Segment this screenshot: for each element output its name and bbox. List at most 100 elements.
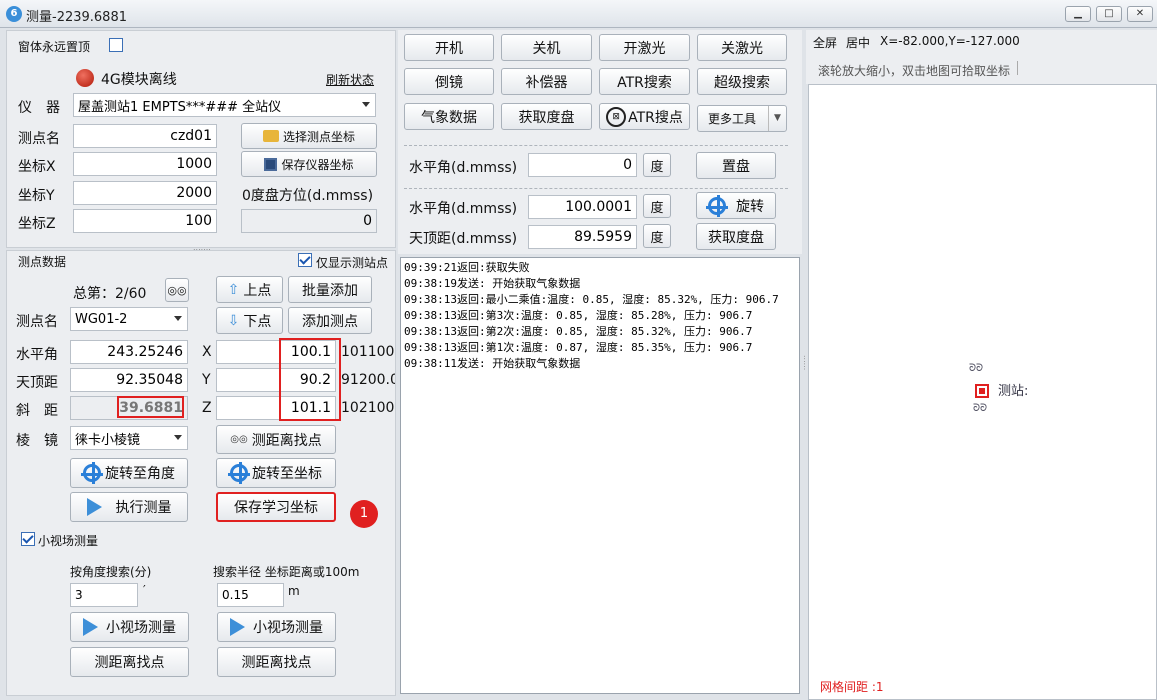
small-view-measure-button-2[interactable]: 小视场测量 [217,612,336,642]
module-status-text: 4G模块离线 [101,72,177,88]
more-tools-button[interactable]: 更多工具 ▼ [697,105,787,132]
log-line: 09:39:21返回:获取失败 [404,261,530,274]
prism-select[interactable]: 徕卡小棱镜 [70,426,188,450]
arrow-up-icon: ⇧ [227,281,240,298]
flip-face-label: 倒镜 [435,74,463,91]
zenith-label: 天顶距 [16,375,58,391]
execute-measure-button[interactable]: 执行测量 [70,492,188,522]
deg-button-1[interactable]: 度 [643,153,671,177]
rotate-button[interactable]: 旋转 [696,192,776,219]
laser-on-label: 开激光 [623,40,666,57]
refresh-status-link[interactable]: 刷新状态 [326,71,374,88]
save-learn-coord-button[interactable]: 保存学习坐标 [216,492,336,522]
rotate-hz-input[interactable]: 100.0001 [528,195,637,219]
more-tools-label: 更多工具 [708,112,757,126]
coord-x-input[interactable]: 1000 [73,152,217,176]
rotate-to-angle-button[interactable]: 旋转至角度 [70,458,188,488]
next-point-button[interactable]: ⇩ 下点 [216,307,283,334]
coord-z-value: 100 [185,213,212,229]
binoculars-icon: ◎◎ [230,434,248,445]
coord-z-input[interactable]: 100 [73,209,217,233]
divider [404,188,788,189]
set-hz-value: 0 [623,157,632,173]
find-by-distance-button[interactable]: ◎◎ 测距离找点 [216,425,336,454]
step-badge: 1 [350,500,378,528]
deg-button-3[interactable]: 度 [643,224,671,248]
batch-add-button[interactable]: 批量添加 [288,276,372,303]
station-name-label: 测点名 [18,131,60,147]
set-hz-input[interactable]: 0 [528,153,637,177]
close-icon[interactable]: ✕ [1127,6,1153,22]
prev-point-button[interactable]: ⇧ 上点 [216,276,283,303]
deg-label-2: 度 [650,200,664,216]
batch-add-label: 批量添加 [302,282,358,299]
coord-y-input[interactable]: 2000 [73,181,217,205]
set-hz-label: 水平角(d.mmss) [409,160,518,176]
point-name-select[interactable]: WG01-2 [70,307,188,331]
rotate-hz-value: 100.0001 [565,199,632,215]
fullscreen-button[interactable]: 全屏 [813,34,837,51]
maximize-icon[interactable]: □ [1096,6,1122,22]
select-station-button[interactable]: 选择测点坐标 [241,123,377,149]
folder-icon [262,130,279,142]
execute-measure-label: 执行测量 [115,500,172,516]
zenith-input[interactable]: 92.35048 [70,368,188,392]
splitter-handle[interactable]: ....... [193,243,211,252]
small-view-measure-label-1: 小视场测量 [106,620,176,636]
xyz-highlight-box [279,338,341,421]
hz-angle-input[interactable]: 243.25246 [70,340,188,364]
find-distance-label-1: 测距离找点 [94,655,165,671]
rotate-zenith-input[interactable]: 89.5959 [528,225,637,249]
always-on-top-checkbox[interactable] [109,38,123,52]
minimize-icon[interactable]: ▁ [1065,6,1091,22]
atr-point-button[interactable]: ⊠ ATR搜点 [599,103,690,130]
prism-label: 棱 镜 [16,433,58,449]
set-disk-button[interactable]: 置盘 [696,152,776,179]
find-distance-button-1[interactable]: 测距离找点 [70,647,189,677]
power-on-button[interactable]: 开机 [404,34,494,61]
only-station-checkbox[interactable] [298,253,312,267]
save-icon [264,157,278,171]
log-line: 09:38:19发送: 开始获取气象数据 [404,277,581,290]
super-search-button[interactable]: 超级搜索 [697,68,787,95]
small-view-measure-button-1[interactable]: 小视场测量 [70,612,189,642]
power-off-button[interactable]: 关机 [501,34,592,61]
log-line: 09:38:13返回:第2次:温度: 0.85, 湿度: 85.32%, 压力:… [404,325,753,338]
select-station-label: 选择测点坐标 [282,129,355,144]
find-distance-label-2: 测距离找点 [241,655,312,671]
rotate-to-coord-button[interactable]: 旋转至坐标 [216,458,336,488]
flip-face-button[interactable]: 倒镜 [404,68,494,95]
instrument-select-value: 屋盖测站1 EMPTS***### 全站仪 [78,99,282,115]
compensator-button[interactable]: 补偿器 [501,68,592,95]
find-distance-button-2[interactable]: 测距离找点 [217,647,336,677]
binoculars-button[interactable]: ◎◎ [165,278,189,302]
instrument-label: 仪 器 [18,100,60,116]
get-disk-button[interactable]: 获取度盘 [696,223,776,250]
station-name-value: czd01 [170,128,212,144]
atr-search-label: ATR搜索 [617,74,672,91]
laser-on-button[interactable]: 开激光 [599,34,690,61]
atr-search-button[interactable]: ATR搜索 [599,68,690,95]
small-view-checkbox[interactable] [21,532,35,546]
log-panel[interactable]: 09:39:21返回:获取失败 09:38:19发送: 开始获取气象数据 09:… [400,257,800,694]
small-view-measure-label-2: 小视场测量 [253,620,323,636]
hz-angle-value: 243.25246 [107,344,183,360]
rotate-to-coord-label: 旋转至坐标 [252,466,322,482]
search-radius-input[interactable]: 0.15 [217,583,284,607]
station-name-input[interactable]: czd01 [73,124,217,148]
hz-angle-label: 水平角 [16,347,58,363]
center-button[interactable]: 居中 [846,34,870,51]
prev-point-label: 上点 [243,282,272,299]
get-disk-button-top[interactable]: 获取度盘 [501,103,592,130]
add-point-button[interactable]: 添加测点 [288,307,372,334]
save-instrument-button[interactable]: 保存仪器坐标 [241,151,377,177]
station-marker[interactable] [975,384,989,398]
angle-search-input[interactable]: 3 [70,583,138,607]
deg-button-2[interactable]: 度 [643,194,671,218]
chevron-down-icon [362,102,370,107]
instrument-select[interactable]: 屋盖测站1 EMPTS***### 全站仪 [73,93,376,117]
weather-data-button[interactable]: 气象数据 [404,103,494,130]
points-section-title: 测点数据 [18,255,67,269]
zero-azimuth-input[interactable]: 0 [241,209,377,233]
laser-off-button[interactable]: 关激光 [697,34,787,61]
